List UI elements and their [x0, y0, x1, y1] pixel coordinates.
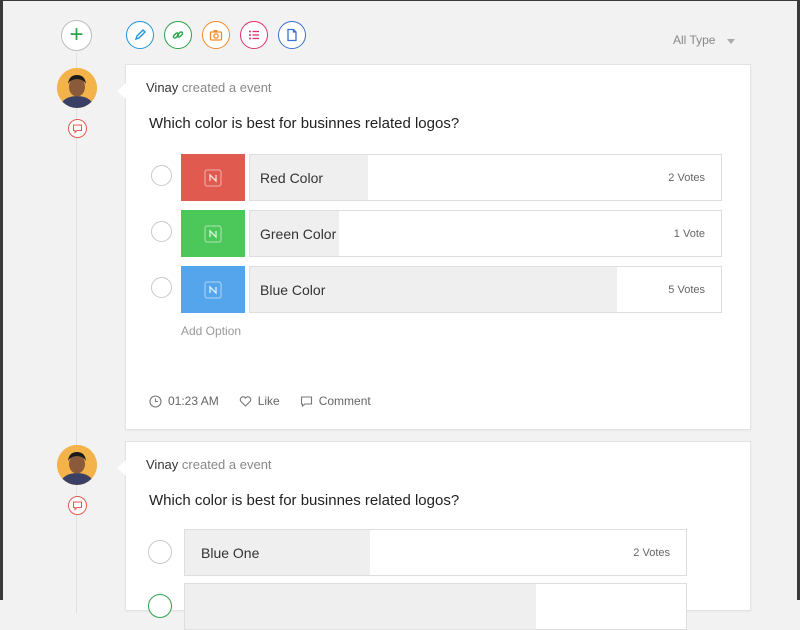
add-post-button[interactable]: +	[61, 20, 92, 51]
poll-option[interactable]: Blue One 2 Votes	[184, 529, 687, 576]
comment-icon	[300, 395, 312, 407]
comment-label: Comment	[318, 394, 371, 408]
color-swatch	[181, 210, 245, 257]
option-label: Blue One	[201, 545, 260, 561]
chevron-down-icon	[727, 39, 736, 44]
post-header: Vinay created a event	[146, 80, 272, 95]
avatar[interactable]	[57, 68, 97, 108]
user-photo	[57, 445, 97, 485]
poll-question: Which color is best for businnes related…	[149, 115, 460, 132]
option-label: Blue Color	[260, 282, 326, 298]
heart-icon	[239, 395, 251, 407]
type-filter-dropdown[interactable]: All Type	[673, 33, 736, 47]
author-name[interactable]: Vinay	[146, 80, 178, 95]
poll-option[interactable]: Green Color 1 Vote	[249, 210, 722, 257]
poll-card: Vinay created a event Which color is bes…	[117, 64, 751, 430]
list-icon	[249, 30, 259, 40]
like-button[interactable]: Like	[239, 394, 280, 408]
logo-placeholder-icon	[204, 225, 222, 242]
comment-button[interactable]: Comment	[300, 394, 371, 408]
document-tool-button[interactable]	[278, 21, 306, 49]
logo-placeholder-icon	[204, 281, 222, 298]
option-radio[interactable]	[148, 540, 172, 564]
speech-bubble-icon	[73, 124, 82, 134]
pencil-icon	[134, 29, 146, 41]
logo-placeholder-icon	[204, 169, 222, 186]
poll-card: Vinay created a event Which color is bes…	[117, 441, 751, 630]
vote-count: 5 Votes	[668, 284, 705, 296]
vote-count: 2 Votes	[668, 172, 705, 184]
poll-option[interactable]: Blue Color 5 Votes	[249, 266, 722, 313]
option-fill	[185, 584, 536, 629]
like-label: Like	[257, 394, 280, 408]
camera-tool-button[interactable]	[202, 21, 230, 49]
document-icon	[287, 28, 297, 42]
option-radio[interactable]	[151, 165, 172, 186]
comment-indicator[interactable]	[68, 496, 87, 515]
list-tool-button[interactable]	[240, 21, 268, 49]
pencil-tool-button[interactable]	[126, 21, 154, 49]
option-radio[interactable]	[151, 277, 172, 298]
option-radio-selected[interactable]	[148, 594, 172, 618]
user-photo	[57, 68, 97, 108]
poll-option[interactable]: Red Color 2 Votes	[249, 154, 722, 201]
poll-option[interactable]	[184, 583, 687, 630]
link-icon	[172, 31, 184, 39]
color-swatch	[181, 154, 245, 201]
type-filter-label: All Type	[673, 33, 716, 47]
add-option-link[interactable]: Add Option	[181, 324, 241, 338]
time-label: 01:23 AM	[168, 394, 219, 408]
vote-count: 2 Votes	[633, 547, 670, 559]
post-action: created a event	[181, 457, 272, 472]
post-action: created a event	[181, 80, 272, 95]
avatar[interactable]	[57, 445, 97, 485]
post-type-toolbar	[126, 21, 306, 49]
author-name[interactable]: Vinay	[146, 457, 178, 472]
speech-bubble-icon	[73, 501, 82, 511]
post-header: Vinay created a event	[146, 457, 272, 472]
color-swatch	[181, 266, 245, 313]
option-radio[interactable]	[151, 221, 172, 242]
app-frame: + All Type Vinay created a event Which c…	[0, 0, 800, 630]
poll-question: Which color is best for businnes related…	[149, 492, 460, 509]
option-label: Red Color	[260, 170, 324, 186]
link-tool-button[interactable]	[164, 21, 192, 49]
vote-count: 1 Vote	[673, 228, 705, 240]
timestamp: 01:23 AM	[149, 394, 219, 408]
clock-icon	[149, 394, 162, 408]
camera-icon	[209, 30, 223, 41]
comment-indicator[interactable]	[68, 119, 87, 138]
post-footer: 01:23 AM Like Comment	[149, 394, 371, 408]
option-label: Green Color	[260, 226, 337, 242]
